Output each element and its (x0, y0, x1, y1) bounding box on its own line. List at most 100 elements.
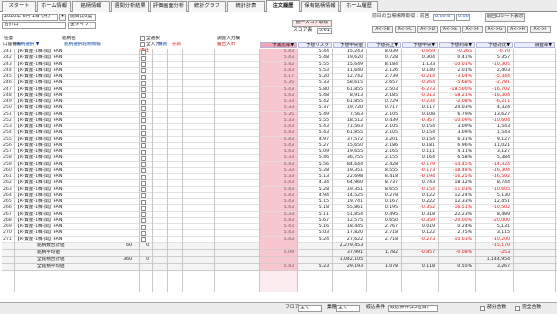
row-value-1: 5.44 (318, 49, 329, 54)
row-checkbox[interactable] (141, 130, 146, 136)
row-value-0: 5.43 (260, 149, 297, 155)
row-checkbox[interactable] (141, 93, 146, 99)
compare-button-0[interactable]: A<->B (372, 26, 393, 33)
summary-count (120, 264, 132, 270)
table-row[interactable]: 271 【R-資産-1株-関】FAN 5.43 5.24 27,622 2.718 -0.2… (2, 236, 557, 243)
row-checkbox[interactable] (141, 218, 146, 224)
row-value-0: 5.42 (260, 61, 297, 68)
compare-button-3[interactable]: A<->E (439, 26, 461, 33)
row-checkbox[interactable] (141, 237, 146, 242)
value-col-header-6[interactable]: 予想対比▼ (476, 42, 513, 48)
value-col-header-1[interactable]: 予想リスク (298, 42, 332, 48)
date-field[interactable]: 2020年 6月 1日 (月) (2, 14, 58, 21)
row-checkbox[interactable] (141, 62, 146, 67)
row-checkbox[interactable] (141, 180, 146, 186)
row-checkbox[interactable] (141, 55, 146, 61)
summary-value-3: 1.078 (384, 264, 398, 269)
row-checkbox[interactable] (141, 230, 146, 236)
row-checkbox[interactable] (141, 162, 146, 167)
summary-value-1 (298, 250, 332, 256)
exact-match-checkbox[interactable] (515, 306, 520, 311)
compare-button-5[interactable]: A<->G (484, 26, 506, 33)
row-checkbox[interactable] (141, 187, 146, 192)
market-value-1: 8.00% (433, 14, 455, 21)
period-select[interactable]: 前日比0度 (68, 14, 96, 21)
tab-0[interactable]: スタート (2, 1, 36, 12)
row-code: 268 (3, 217, 12, 223)
row-code: 269 (3, 224, 12, 229)
row-checkbox[interactable] (141, 112, 146, 117)
row-name: 【R-資産-1株-関】FAN (15, 67, 63, 73)
compare-button-1[interactable]: A<->C (394, 26, 416, 33)
row-checkbox[interactable] (141, 74, 146, 80)
row-checkbox[interactable] (141, 168, 146, 174)
compare-button-6[interactable]: A<->H (507, 26, 528, 33)
row-checkbox[interactable] (141, 174, 146, 180)
row-value-5: 6.31% (457, 136, 472, 142)
tab-8[interactable]: 保有銘柄情報 (301, 1, 339, 12)
input-all-checkbox[interactable] (140, 42, 145, 47)
row-checkbox[interactable] (141, 105, 146, 111)
trade-select[interactable]: 合計口 (2, 22, 66, 29)
row-value-1: 5.80 (318, 86, 329, 92)
row-value-0: 5.43 (260, 230, 297, 237)
row-code: 255 (3, 136, 12, 142)
row-value-2: 17,820 (346, 230, 363, 236)
row-checkbox[interactable] (141, 149, 146, 155)
compare-button-4[interactable]: A<->F (462, 26, 483, 33)
sub-col-2[interactable]: 銘柄選択銘柄情報 (64, 42, 101, 48)
fetch-button[interactable]: 前回ロシート表示 (485, 13, 525, 22)
row-value-4: 0.318 (421, 211, 435, 217)
summary-zero: 0 (146, 243, 149, 248)
sub-col-1[interactable]: 銘柄選択 ▼ (16, 42, 39, 48)
select-all-checkbox[interactable] (140, 36, 145, 41)
value-col-header-2[interactable]: 予想中央値 (333, 42, 366, 48)
value-col-header-5[interactable]: 予想利率▼ (439, 42, 475, 48)
row-checkbox[interactable] (141, 87, 146, 92)
row-name: 【R-資産-1株-関】FAN (15, 111, 63, 117)
tab-3[interactable]: 週間分析結果 (111, 1, 149, 12)
compare-button-2[interactable]: A<->D (417, 26, 438, 33)
row-value-6: -20,000 (492, 217, 510, 223)
row-value-1: 5.15 (318, 199, 329, 204)
filter-select[interactable]: 絞込条件(25位目) (388, 305, 438, 312)
row-value-6: 1,543 (496, 130, 510, 136)
row-checkbox[interactable] (141, 205, 146, 211)
row-checkbox[interactable] (141, 80, 146, 86)
type-select[interactable]: 金タイプ (68, 22, 96, 29)
row-checkbox[interactable] (141, 49, 146, 55)
row-checkbox[interactable] (141, 212, 146, 217)
tab-2[interactable]: 銘柄情報 (72, 1, 110, 12)
row-checkbox[interactable] (141, 99, 146, 105)
row-checkbox[interactable] (141, 118, 146, 124)
row-value-2: 71,563 (346, 124, 363, 129)
sector-select[interactable]: 全て (336, 305, 360, 312)
market-label: 前日の当場場時取得 : 前回 (372, 14, 430, 19)
compare-button-7[interactable]: A<->I (529, 26, 551, 33)
row-value-2: 19,741 (346, 199, 363, 204)
tab-1[interactable]: ホーム情報 (37, 1, 71, 12)
tab-4[interactable]: 評価画面分析 (150, 1, 187, 12)
tab-7[interactable]: 注文履歴 (266, 0, 300, 12)
row-checkbox[interactable] (141, 155, 146, 161)
row-checkbox[interactable] (141, 224, 146, 230)
partial-match-checkbox[interactable] (480, 306, 485, 311)
value-col-header-0[interactable]: 予測比率▼ (260, 42, 297, 48)
value-col-header-3[interactable]: 予想売上▼ (367, 42, 401, 48)
tab-9[interactable]: ホーム履歴 (340, 1, 378, 12)
row-checkbox[interactable] (141, 137, 146, 142)
calendar-button[interactable]: ▾ (59, 14, 66, 21)
row-checkbox[interactable] (141, 68, 146, 74)
floor-select[interactable]: 全て (298, 305, 322, 312)
row-checkbox[interactable] (141, 193, 146, 199)
tab-5[interactable]: 統計グラフ (188, 1, 226, 12)
row-checkbox[interactable] (141, 199, 146, 205)
value-col-header-4[interactable]: 予想中央▼ (402, 42, 438, 48)
row-checkbox[interactable] (141, 124, 146, 130)
value-col-header-7[interactable]: 損益率▼ (514, 42, 555, 48)
row-checkbox[interactable] (141, 143, 146, 149)
row-value-3: 0.728 (384, 55, 398, 61)
score-button[interactable]: 統一スコア取得 (292, 20, 332, 27)
tab-6[interactable]: 統計計表 (227, 1, 265, 12)
row-value-1: 5.24 (318, 236, 329, 242)
